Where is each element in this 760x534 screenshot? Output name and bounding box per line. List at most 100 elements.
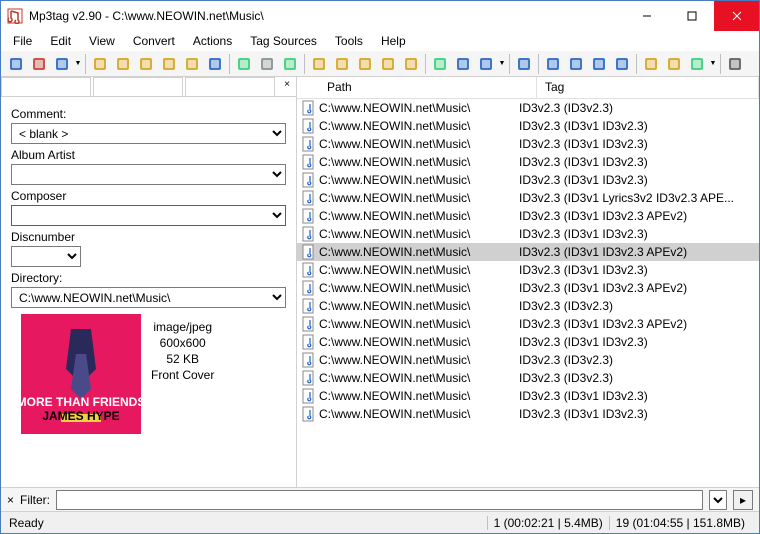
cell-tag: ID3v2.3 (ID3v1 ID3v2.3) bbox=[515, 173, 759, 187]
save-icon[interactable] bbox=[5, 53, 27, 75]
folder-add-icon[interactable] bbox=[112, 53, 134, 75]
g2-icon[interactable] bbox=[663, 53, 685, 75]
text-to-tag-icon[interactable] bbox=[377, 53, 399, 75]
album-cover[interactable]: MORE THAN FRIENDS JAMES HYPE bbox=[21, 314, 141, 434]
menubar: FileEditViewConvertActionsTag SourcesToo… bbox=[1, 31, 759, 51]
edit-icon[interactable] bbox=[513, 53, 535, 75]
case-icon[interactable] bbox=[475, 53, 497, 75]
undo-icon[interactable] bbox=[51, 53, 73, 75]
status-ready: Ready bbox=[9, 516, 487, 530]
toolbar-separator bbox=[85, 54, 86, 74]
filter-go-button[interactable]: ▸ bbox=[733, 490, 753, 510]
tag-to-file-icon[interactable] bbox=[308, 53, 330, 75]
d3-icon[interactable] bbox=[588, 53, 610, 75]
table-row[interactable]: C:\www.NEOWIN.net\Music\ID3v2.3 (ID3v1 I… bbox=[297, 225, 759, 243]
d2-icon[interactable] bbox=[565, 53, 587, 75]
cover-mime: image/jpeg bbox=[153, 320, 212, 334]
filter-close-icon[interactable]: × bbox=[7, 493, 14, 507]
cell-path: C:\www.NEOWIN.net\Music\ bbox=[319, 263, 515, 277]
table-row[interactable]: C:\www.NEOWIN.net\Music\ID3v2.3 (ID3v1 I… bbox=[297, 243, 759, 261]
g3-icon-dropdown[interactable]: ▼ bbox=[709, 53, 717, 75]
albumartist-field[interactable] bbox=[11, 164, 286, 185]
undo-icon-dropdown[interactable]: ▼ bbox=[74, 53, 82, 75]
panel-tab[interactable] bbox=[1, 77, 91, 96]
file-list: Path Tag C:\www.NEOWIN.net\Music\ID3v2.3… bbox=[297, 77, 759, 487]
d1-icon[interactable] bbox=[542, 53, 564, 75]
star-icon[interactable] bbox=[181, 53, 203, 75]
table-row[interactable]: C:\www.NEOWIN.net\Music\ID3v2.3 (ID3v1 L… bbox=[297, 189, 759, 207]
filter-bar: × Filter: ▸ bbox=[1, 487, 759, 511]
music-file-icon bbox=[301, 334, 317, 350]
table-row[interactable]: C:\www.NEOWIN.net\Music\ID3v2.3 (ID3v1 I… bbox=[297, 387, 759, 405]
cover-info: image/jpeg 600x600 52 KB Front Cover bbox=[151, 314, 214, 434]
folder-fav-icon[interactable] bbox=[158, 53, 180, 75]
menu-actions[interactable]: Actions bbox=[185, 32, 240, 50]
svg-text:MORE THAN FRIENDS: MORE THAN FRIENDS bbox=[21, 395, 141, 409]
close-button[interactable] bbox=[714, 1, 759, 31]
case-icon-dropdown[interactable]: ▼ bbox=[498, 53, 506, 75]
directory-field[interactable]: C:\www.NEOWIN.net\Music\ bbox=[11, 287, 286, 308]
cell-tag: ID3v2.3 (ID3v1 Lyrics3v2 ID3v2.3 APE... bbox=[515, 191, 759, 205]
settings-icon[interactable] bbox=[724, 53, 746, 75]
table-row[interactable]: C:\www.NEOWIN.net\Music\ID3v2.3 (ID3v1 I… bbox=[297, 261, 759, 279]
menu-view[interactable]: View bbox=[81, 32, 123, 50]
cell-path: C:\www.NEOWIN.net\Music\ bbox=[319, 191, 515, 205]
table-row[interactable]: C:\www.NEOWIN.net\Music\ID3v2.3 (ID3v1 I… bbox=[297, 153, 759, 171]
statusbar: Ready 1 (00:02:21 | 5.4MB) 19 (01:04:55 … bbox=[1, 511, 759, 533]
table-row[interactable]: C:\www.NEOWIN.net\Music\ID3v2.3 (ID3v1 I… bbox=[297, 279, 759, 297]
table-row[interactable]: C:\www.NEOWIN.net\Music\ID3v2.3 (ID3v1 I… bbox=[297, 333, 759, 351]
folder-sub-icon[interactable] bbox=[135, 53, 157, 75]
cell-tag: ID3v2.3 (ID3v1 ID3v2.3) bbox=[515, 407, 759, 421]
file-to-tag-icon[interactable] bbox=[331, 53, 353, 75]
table-row[interactable]: C:\www.NEOWIN.net\Music\ID3v2.3 (ID3v1 I… bbox=[297, 171, 759, 189]
delete-icon[interactable] bbox=[28, 53, 50, 75]
table-row[interactable]: C:\www.NEOWIN.net\Music\ID3v2.3 (ID3v1 I… bbox=[297, 405, 759, 423]
d4-icon[interactable] bbox=[611, 53, 633, 75]
actions-icon[interactable] bbox=[429, 53, 451, 75]
composer-field[interactable] bbox=[11, 205, 286, 226]
playlist-icon[interactable] bbox=[233, 53, 255, 75]
menu-edit[interactable]: Edit bbox=[42, 32, 79, 50]
cell-tag: ID3v2.3 (ID3v1 ID3v2.3 APEv2) bbox=[515, 245, 759, 259]
maximize-button[interactable] bbox=[669, 1, 714, 31]
table-row[interactable]: C:\www.NEOWIN.net\Music\ID3v2.3 (ID3v2.3… bbox=[297, 369, 759, 387]
panel-tab[interactable] bbox=[185, 77, 275, 96]
cell-path: C:\www.NEOWIN.net\Music\ bbox=[319, 335, 515, 349]
export-icon[interactable] bbox=[279, 53, 301, 75]
refresh-icon[interactable] bbox=[204, 53, 226, 75]
table-row[interactable]: C:\www.NEOWIN.net\Music\ID3v2.3 (ID3v1 I… bbox=[297, 135, 759, 153]
filter-history[interactable] bbox=[709, 490, 727, 510]
menu-help[interactable]: Help bbox=[373, 32, 414, 50]
comment-field[interactable]: < blank > bbox=[11, 123, 286, 144]
table-row[interactable]: C:\www.NEOWIN.net\Music\ID3v2.3 (ID3v2.3… bbox=[297, 99, 759, 117]
menu-tools[interactable]: Tools bbox=[327, 32, 371, 50]
column-tag[interactable]: Tag bbox=[537, 77, 759, 98]
minimize-button[interactable] bbox=[624, 1, 669, 31]
table-row[interactable]: C:\www.NEOWIN.net\Music\ID3v2.3 (ID3v1 I… bbox=[297, 315, 759, 333]
tag-to-text-icon[interactable] bbox=[400, 53, 422, 75]
autonum-icon[interactable] bbox=[452, 53, 474, 75]
list-header: Path Tag bbox=[297, 77, 759, 99]
menu-tag-sources[interactable]: Tag Sources bbox=[242, 32, 325, 50]
music-file-icon bbox=[301, 388, 317, 404]
g1-icon[interactable] bbox=[640, 53, 662, 75]
music-file-icon bbox=[301, 316, 317, 332]
discnumber-field[interactable] bbox=[11, 246, 81, 267]
panel-close-icon[interactable]: × bbox=[280, 79, 294, 93]
column-path[interactable]: Path bbox=[319, 77, 537, 98]
tag-to-tag-icon[interactable] bbox=[354, 53, 376, 75]
menu-file[interactable]: File bbox=[5, 32, 40, 50]
music-file-icon bbox=[301, 226, 317, 242]
table-row[interactable]: C:\www.NEOWIN.net\Music\ID3v2.3 (ID3v1 I… bbox=[297, 117, 759, 135]
panel-tab[interactable] bbox=[93, 77, 183, 96]
table-row[interactable]: C:\www.NEOWIN.net\Music\ID3v2.3 (ID3v2.3… bbox=[297, 297, 759, 315]
folder-open-icon[interactable] bbox=[89, 53, 111, 75]
music-file-icon bbox=[301, 154, 317, 170]
table-row[interactable]: C:\www.NEOWIN.net\Music\ID3v2.3 (ID3v2.3… bbox=[297, 351, 759, 369]
cell-path: C:\www.NEOWIN.net\Music\ bbox=[319, 389, 515, 403]
select-all-icon[interactable] bbox=[256, 53, 278, 75]
table-row[interactable]: C:\www.NEOWIN.net\Music\ID3v2.3 (ID3v1 I… bbox=[297, 207, 759, 225]
filter-input[interactable] bbox=[56, 490, 703, 510]
menu-convert[interactable]: Convert bbox=[125, 32, 183, 50]
g3-icon[interactable] bbox=[686, 53, 708, 75]
